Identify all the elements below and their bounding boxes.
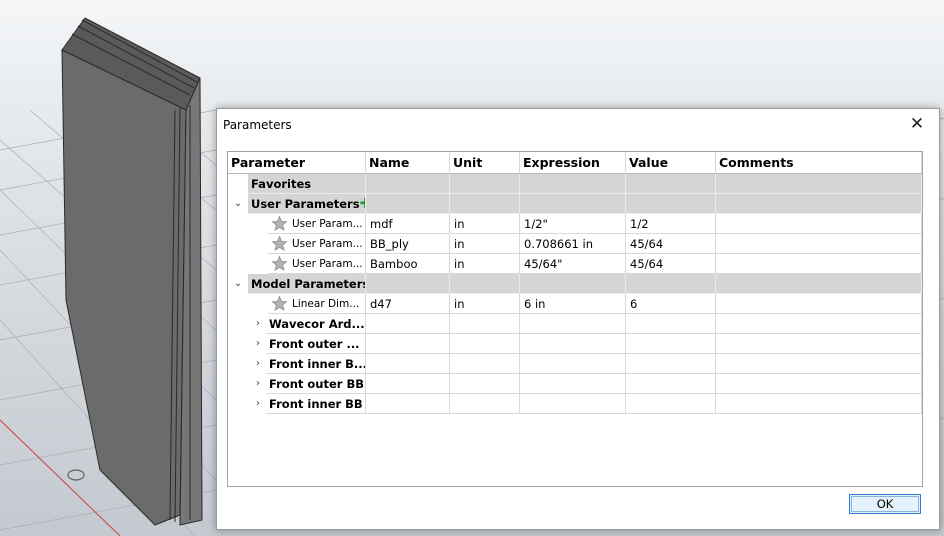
chevron-down-icon[interactable]: ⌄ [231,274,245,294]
component-row[interactable]: › Front outer BB [228,374,922,394]
value-cell: 45/64 [626,254,716,274]
comments-cell[interactable] [716,214,922,234]
unit-cell[interactable]: in [450,214,520,234]
value-cell: 45/64 [626,234,716,254]
column-header-comments[interactable]: Comments [716,152,922,174]
ok-button[interactable]: OK [849,494,921,514]
component-label: Front outer BB [266,374,366,394]
column-header-unit[interactable]: Unit [450,152,520,174]
parameter-label: User Param... [292,258,363,270]
star-icon[interactable] [271,255,288,272]
component-label: Front inner B... [266,354,366,374]
component-row[interactable]: › Front inner B... [228,354,922,374]
table-row[interactable]: User Param... mdf in 1/2" 1/2 [228,214,922,234]
unit-cell[interactable]: in [450,294,520,314]
column-header-expression[interactable]: Expression [520,152,626,174]
name-cell[interactable]: d47 [366,294,450,314]
expression-cell[interactable]: 1/2" [520,214,626,234]
chevron-down-icon[interactable]: ⌄ [231,194,245,214]
star-icon[interactable] [271,215,288,232]
expression-cell[interactable]: 6 in [520,294,626,314]
parameters-table: Parameter Name Unit Expression Value Com… [227,151,923,487]
component-row[interactable]: › Wavecor Ard... [228,314,922,334]
favorites-group-label: Favorites [248,174,366,194]
dialog-title: Parameters [223,118,292,132]
chevron-right-icon[interactable]: › [251,394,265,414]
comments-cell[interactable] [716,234,922,254]
model-parameters-group-label: Model Parameters [248,274,366,294]
component-label: Wavecor Ard... [266,314,366,334]
column-header-name[interactable]: Name [366,152,450,174]
star-icon[interactable] [271,295,288,312]
table-row[interactable]: User Param... Bamboo in 45/64" 45/64 [228,254,922,274]
chevron-right-icon[interactable]: › [251,334,265,354]
value-cell: 1/2 [626,214,716,234]
component-label: Front outer ... [266,334,366,354]
name-cell[interactable]: Bamboo [366,254,450,274]
close-icon[interactable]: ✕ [907,115,927,133]
column-header-value[interactable]: Value [626,152,716,174]
chevron-right-icon[interactable]: › [251,314,265,334]
component-row[interactable]: › Front inner BB [228,394,922,414]
comments-cell[interactable] [716,294,922,314]
component-label: Front inner BB [266,394,366,414]
user-parameters-group-row[interactable]: ⌄ User Parameters✚ [228,194,922,214]
favorites-group-row[interactable]: Favorites [228,174,922,194]
user-parameters-group-label: User Parameters [251,197,360,211]
parameters-dialog: Parameters ✕ Parameter Name Unit Express… [216,108,940,530]
table-row[interactable]: Linear Dim... d47 in 6 in 6 [228,294,922,314]
chevron-right-icon[interactable]: › [251,374,265,394]
table-row[interactable]: User Param... BB_ply in 0.708661 in 45/6… [228,234,922,254]
name-cell[interactable]: BB_ply [366,234,450,254]
parameter-label: User Param... [292,218,363,230]
table-header: Parameter Name Unit Expression Value Com… [228,152,922,174]
chevron-right-icon[interactable]: › [251,354,265,374]
parameter-label: Linear Dim... [292,298,360,310]
name-cell[interactable]: mdf [366,214,450,234]
expression-cell[interactable]: 45/64" [520,254,626,274]
expression-cell[interactable]: 0.708661 in [520,234,626,254]
unit-cell[interactable]: in [450,254,520,274]
component-row[interactable]: › Front outer ... [228,334,922,354]
unit-cell[interactable]: in [450,234,520,254]
model-parameters-group-row[interactable]: ⌄ Model Parameters [228,274,922,294]
comments-cell[interactable] [716,254,922,274]
parameter-label: User Param... [292,238,363,250]
value-cell: 6 [626,294,716,314]
star-icon[interactable] [271,235,288,252]
column-header-parameter[interactable]: Parameter [228,152,366,174]
